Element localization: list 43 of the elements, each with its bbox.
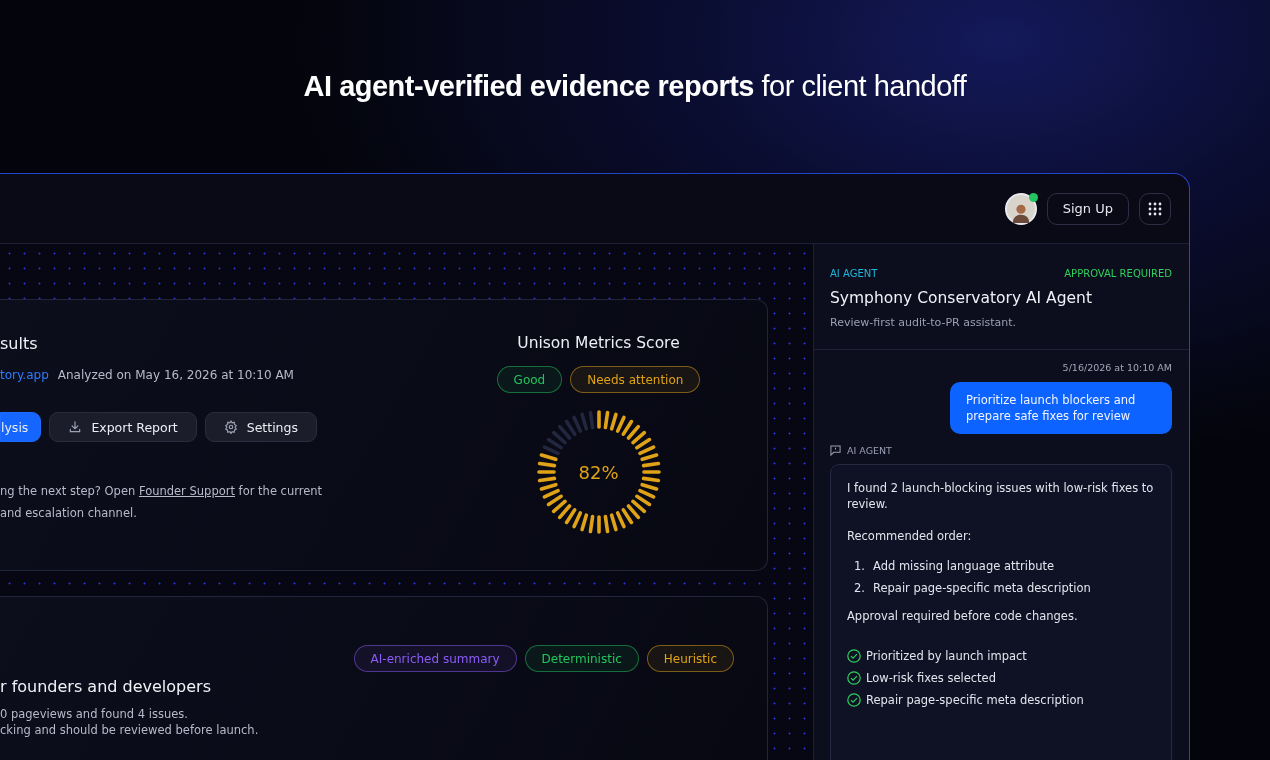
summary-text: 0 pageviews and found 4 issues. bbox=[0, 706, 189, 722]
method-tag: Deterministic bbox=[524, 645, 639, 672]
sign-up-button[interactable]: Sign Up bbox=[1046, 192, 1129, 225]
download-icon bbox=[68, 420, 83, 434]
check-text: Repair page-specific meta description bbox=[866, 692, 1084, 708]
analysis-button[interactable]: lysis bbox=[0, 412, 42, 442]
step-number: 1. bbox=[853, 558, 865, 574]
message-time: 5/16/2026 at 10:10 AM bbox=[1062, 362, 1172, 373]
approval-status: APPROVAL REQUIRED bbox=[1064, 268, 1172, 279]
agent-name: AI AGENT bbox=[847, 445, 892, 456]
step-text: Add missing language attribute bbox=[873, 558, 1055, 574]
method-tag: AI-enriched summary bbox=[353, 645, 517, 672]
check-text: Prioritized by launch impact bbox=[866, 648, 1027, 664]
settings-icon bbox=[223, 420, 238, 434]
reply-text: I found 2 launch-blocking issues with low-risk fixes to review. bbox=[847, 480, 1155, 512]
support-note: ng the next step? Open Founder Support for the current and escalation channel. bbox=[0, 483, 324, 522]
check-text: Low-risk fixes selected bbox=[866, 670, 996, 686]
step-number: 2. bbox=[853, 580, 865, 596]
apps-menu-button[interactable] bbox=[1139, 192, 1171, 225]
user-avatar[interactable] bbox=[1004, 192, 1037, 225]
reply-text: Recommended order: bbox=[847, 528, 973, 544]
founder-support-link[interactable]: Founder Support bbox=[138, 484, 235, 498]
agent-title: Symphony Conservatory AI Agent bbox=[830, 289, 1093, 307]
agent-label: AI AGENT bbox=[830, 268, 878, 279]
score-percentage: 82% bbox=[578, 461, 619, 483]
headline: AI agent-verified evidence reports for client handoff bbox=[302, 70, 968, 103]
step-text: Repair page-specific meta description bbox=[873, 580, 1091, 596]
score-title: Unison Metrics Score bbox=[517, 334, 680, 352]
summary-title: r founders and developers bbox=[0, 677, 211, 696]
grid-menu-icon bbox=[1148, 201, 1162, 216]
agent-subtitle: Review-first audit-to-PR assistant. bbox=[830, 316, 1018, 329]
site-link[interactable]: tory.app bbox=[0, 368, 49, 382]
analyzed-date: Analyzed on May 16, 2026 at 10:10 AM bbox=[57, 368, 294, 382]
settings-button[interactable]: Settings bbox=[204, 412, 317, 442]
status-badge: Good bbox=[496, 366, 563, 393]
method-tag: Heuristic bbox=[646, 645, 734, 672]
user-message: Prioritize launch blockers and prepare safe fixes for review bbox=[950, 382, 1172, 434]
reply-text: Approval required before code changes. bbox=[847, 608, 1079, 624]
chat-icon bbox=[830, 445, 841, 456]
card-title: sults bbox=[0, 334, 39, 353]
summary-text: cking and should be reviewed before launch. bbox=[0, 722, 260, 738]
status-badge: Needs attention bbox=[570, 366, 701, 393]
export-button[interactable]: Export Report bbox=[49, 412, 197, 442]
